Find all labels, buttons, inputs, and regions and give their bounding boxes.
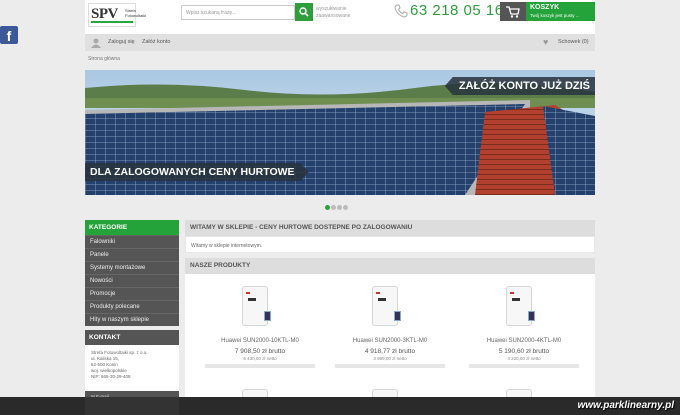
cart-button[interactable]: KOSZYK Twój koszyk jest pusty ... — [500, 2, 595, 21]
sidebar: KATEGORIE Falowniki Panele Systemy monta… — [85, 220, 179, 401]
contact-line: NIP: 665-30-29-408 — [91, 374, 131, 379]
logo-underline — [91, 21, 133, 23]
user-icon — [91, 38, 101, 48]
logo-subtext: Strefa Fotowoltaiki — [125, 8, 147, 18]
search-input[interactable]: Wpisz szukaną frazę... — [181, 5, 295, 20]
watermark: www.parklinearny.pl — [577, 400, 674, 411]
product-price-gross: 4 918,77 zł brutto — [364, 348, 416, 355]
product-price-gross: 5 190,60 zł brutto — [498, 348, 550, 355]
banner-bottom-text: DLA ZALOGOWANYCH CENY HURTOWE — [85, 163, 309, 181]
products-heading: NASZE PRODUKTY — [185, 258, 595, 274]
category-item[interactable]: Systemy montażowe — [85, 261, 179, 274]
slider-dot[interactable] — [325, 205, 330, 210]
phone-number: 63 218 05 16 — [410, 2, 504, 19]
footer-sidebar-block — [85, 397, 179, 415]
product-price-net: 6 430,00 zł netto — [243, 356, 277, 361]
logo[interactable]: SPV Strefa Fotowoltaiki — [88, 3, 147, 27]
banner[interactable]: ZAŁÓŻ KONTO JUŻ DZIŚ DLA ZALOGOWANYCH CE… — [85, 70, 595, 195]
slider-dots — [325, 205, 349, 212]
phone-icon — [394, 4, 408, 18]
banner-top-text: ZAŁÓŻ KONTO JUŻ DZIŚ — [444, 77, 595, 95]
category-item[interactable]: Falowniki — [85, 235, 179, 248]
product-price-gross: 7 908,50 zł brutto — [234, 348, 286, 355]
account-bar: Zaloguj się Załóż konto ♥ Schowek (0) — [85, 34, 595, 51]
inverter-image — [372, 286, 401, 326]
divider — [335, 364, 445, 368]
advanced-search-link[interactable]: wyszukiwanie zaawansowane — [316, 6, 354, 20]
category-item[interactable]: Produkty polecane — [85, 300, 179, 313]
cart-title: KOSZYK — [530, 4, 560, 11]
product-grid: Huawei SUN2000-10KTL-M0 7 908,50 zł brut… — [185, 274, 595, 415]
divider — [205, 364, 315, 368]
footer-bar: www.parklinearny.pl — [0, 397, 680, 415]
product-name[interactable]: Huawei SUN2000-3KTL-M0 — [325, 338, 455, 344]
cart-icon-box — [500, 2, 526, 21]
inverter-image — [242, 286, 271, 326]
inverter-image — [506, 286, 535, 326]
header: SPV Strefa Fotowoltaiki Wpisz szukaną fr… — [85, 0, 595, 34]
category-item[interactable]: Promocje — [85, 287, 179, 300]
welcome-heading: WITAMY W SKLEPIE - CENY HURTOWE DOSTEPNE… — [185, 220, 595, 236]
product-price-net: 4 220,00 zł netto — [507, 356, 541, 361]
cart-status: Twój koszyk jest pusty ... — [530, 13, 580, 18]
slider-dot[interactable] — [343, 205, 348, 210]
category-item[interactable]: Hity w naszym sklepie — [85, 313, 179, 326]
product-price-net: 3 999,00 zł netto — [373, 356, 407, 361]
divider — [469, 364, 579, 368]
contact-heading: KONTAKT — [85, 330, 179, 345]
slider-dot[interactable] — [337, 205, 342, 210]
wishlist-link[interactable]: Schowek (0) — [558, 39, 589, 45]
product-name[interactable]: Huawei SUN2000-10KTL-M0 — [195, 338, 325, 344]
welcome-text: Witamy w sklepie internetowym. — [185, 236, 595, 253]
category-item[interactable]: Nowości — [85, 274, 179, 287]
register-link[interactable]: Załóż konto — [142, 39, 170, 45]
facebook-icon[interactable]: f — [0, 26, 18, 44]
search-icon — [299, 7, 309, 17]
heart-icon: ♥ — [543, 37, 549, 47]
cart-icon — [506, 6, 520, 18]
category-item[interactable]: Panele — [85, 248, 179, 261]
slider-dot[interactable] — [331, 205, 336, 210]
contact-details: Strefa Fotowoltaiki sp. z o.o. ul. Kalis… — [85, 345, 179, 391]
login-link[interactable]: Zaloguj się — [108, 39, 135, 45]
search-button[interactable] — [295, 3, 313, 21]
product-name[interactable]: Huawei SUN2000-4KTL-M0 — [459, 338, 589, 344]
breadcrumb[interactable]: Strona główna — [88, 56, 120, 62]
categories-heading: KATEGORIE — [85, 220, 179, 235]
